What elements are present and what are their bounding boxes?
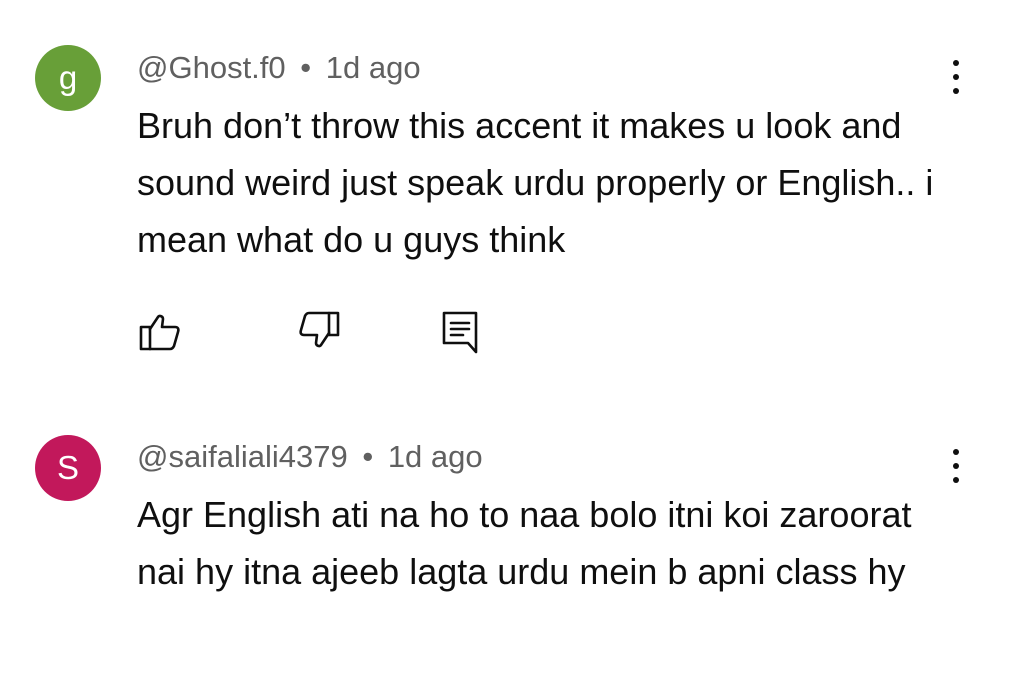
- comment-author[interactable]: @saifaliali4379: [137, 439, 348, 474]
- comment-text: Agr English ati na ho to naa bolo itni k…: [137, 494, 912, 592]
- meta-separator: •: [300, 50, 312, 85]
- avatar-letter: g: [58, 59, 78, 96]
- more-vertical-icon[interactable]: [940, 446, 972, 486]
- comment-text: Bruh don’t throw this accent it makes u …: [137, 105, 934, 260]
- reply-comment-icon: [442, 311, 478, 354]
- dislike-button[interactable]: [296, 308, 342, 354]
- comment-meta: @saifaliali4379 • 1d ago: [137, 439, 483, 475]
- comment-time: 1d ago: [387, 439, 483, 474]
- like-button[interactable]: [137, 308, 183, 354]
- avatar-letter: S: [56, 449, 79, 486]
- comment-meta: @Ghost.f0 • 1d ago: [137, 50, 421, 86]
- thumbs-down-icon: [299, 311, 340, 348]
- reply-button[interactable]: [439, 308, 485, 354]
- avatar[interactable]: g: [35, 45, 101, 111]
- meta-separator: •: [362, 439, 374, 474]
- thumbs-up-icon: [139, 314, 180, 351]
- comment-time: 1d ago: [325, 50, 421, 85]
- comment-item: g @Ghost.f0 • 1d ago Bruh don’t throw th…: [0, 0, 1024, 390]
- comment-item: S @saifaliali4379 • 1d ago Agr English a…: [0, 390, 1024, 679]
- avatar[interactable]: S: [35, 435, 101, 501]
- more-vertical-icon[interactable]: [940, 57, 972, 97]
- comment-author[interactable]: @Ghost.f0: [137, 50, 286, 85]
